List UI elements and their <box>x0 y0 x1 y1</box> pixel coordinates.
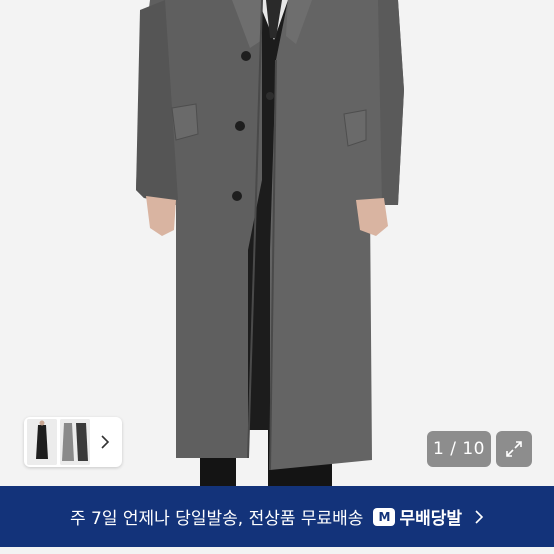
chevron-right-icon[interactable] <box>94 419 116 465</box>
thumbnail-gray-coat[interactable] <box>60 419 90 465</box>
expand-arrows-icon[interactable] <box>496 431 532 467</box>
product-photo[interactable] <box>0 0 554 486</box>
thumbnail-strip[interactable] <box>24 417 122 467</box>
shipping-promo-banner[interactable]: 주 7일 언제나 당일발송, 전상품 무료배송 M 무배당발 <box>0 486 554 547</box>
banner-text: 주 7일 언제나 당일발송, 전상품 무료배송 <box>69 509 364 529</box>
banner-brand: 무배당발 <box>399 509 463 529</box>
free-shipping-badge: M 무배당발 <box>373 504 462 529</box>
image-counter: 1 / 10 <box>427 431 491 467</box>
thumbnail-black-coat[interactable] <box>27 419 57 465</box>
bottom-divider <box>0 547 554 554</box>
badge-m-icon: M <box>373 507 396 526</box>
chevron-right-icon <box>474 509 484 524</box>
